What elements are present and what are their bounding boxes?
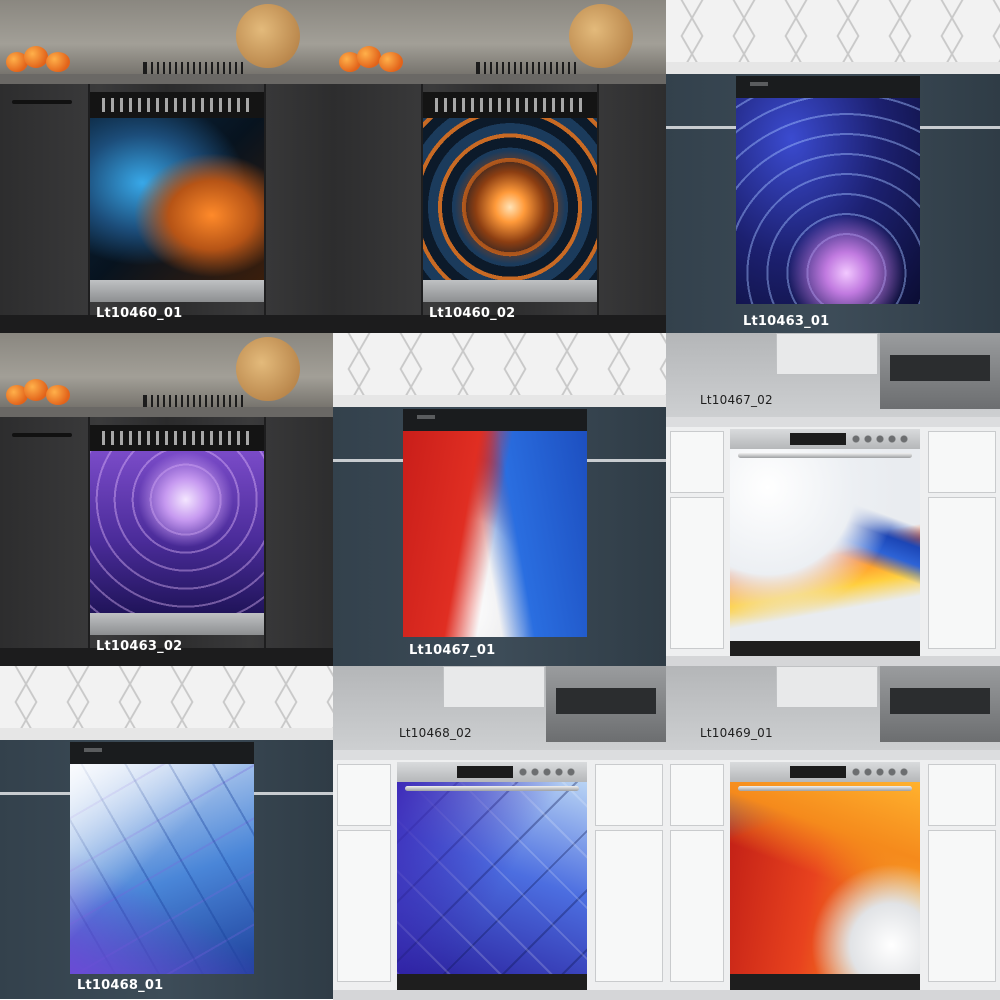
product-tile-lt10469-01[interactable]: Lt10469_01 <box>666 666 1000 1000</box>
wall-oven <box>880 666 1000 742</box>
countertop <box>0 728 333 740</box>
dishwasher-artwork <box>403 431 587 637</box>
kick-plate <box>423 280 597 302</box>
floor <box>666 656 1000 666</box>
product-tile-lt10463-01[interactable]: Lt10463_01 <box>666 0 1000 333</box>
product-code-label: Lt10460_01 <box>96 306 183 321</box>
countertop <box>666 417 1000 427</box>
product-tile-lt10467-02[interactable]: Lt10467_02 <box>666 333 1000 666</box>
product-code-label: Lt10463_02 <box>96 639 183 654</box>
control-knobs <box>850 767 910 777</box>
control-knobs <box>850 434 910 444</box>
countertop <box>666 62 1000 74</box>
product-code-label: Lt10467_02 <box>700 393 773 407</box>
wall-oven <box>880 333 1000 409</box>
fruit-bowl <box>6 46 78 74</box>
dishwasher-artwork <box>423 118 597 280</box>
upper-cabinet <box>776 666 878 708</box>
countertop <box>333 395 666 407</box>
fruit-bowl <box>6 379 78 407</box>
dishwasher <box>423 92 597 302</box>
countertop <box>0 74 333 84</box>
product-grid: Lt10460_01 Lt10460_02 Lt10463_01 Lt10463… <box>0 0 1000 1000</box>
cutting-board <box>569 4 633 68</box>
control-panel <box>730 429 920 449</box>
cabinet-handle <box>12 100 72 104</box>
product-code-label: Lt10460_02 <box>429 306 516 321</box>
product-tile-lt10468-01[interactable]: Lt10468_01 <box>0 666 333 1000</box>
dishwasher <box>90 92 264 302</box>
dishwasher <box>730 429 920 665</box>
product-tile-lt10460-02[interactable]: Lt10460_02 <box>333 0 666 333</box>
control-panel <box>90 425 264 451</box>
dishwasher-artwork <box>397 782 587 974</box>
control-panel <box>70 742 254 764</box>
dishwasher <box>90 425 264 635</box>
floor <box>333 990 666 1000</box>
upper-cabinet <box>443 666 545 708</box>
dishwasher-artwork <box>90 118 264 280</box>
kitchen-wall <box>333 333 666 403</box>
cutting-board <box>236 4 300 68</box>
control-panel <box>403 409 587 431</box>
kick-plate <box>90 280 264 302</box>
cabinet-handle <box>12 433 72 437</box>
countertop <box>0 407 333 417</box>
control-panel <box>736 76 920 98</box>
dishwasher <box>730 762 920 998</box>
product-tile-lt10460-01[interactable]: Lt10460_01 <box>0 0 333 333</box>
door-handle <box>738 453 912 458</box>
product-code-label: Lt10469_01 <box>700 726 773 740</box>
upper-cabinet <box>776 333 878 375</box>
product-code-label: Lt10467_01 <box>409 643 496 658</box>
floor <box>666 990 1000 1000</box>
dishwasher <box>403 409 587 637</box>
dishwasher <box>736 76 920 304</box>
dishwasher-artwork <box>736 98 920 304</box>
control-panel <box>423 92 597 118</box>
product-tile-lt10468-02[interactable]: Lt10468_02 <box>333 666 666 1000</box>
product-tile-lt10463-02[interactable]: Lt10463_02 <box>0 333 333 666</box>
wall-oven <box>546 666 666 742</box>
kitchen-wall <box>666 0 1000 70</box>
countertop <box>333 74 666 84</box>
dishwasher <box>70 742 254 974</box>
countertop <box>333 750 666 760</box>
countertop <box>666 750 1000 760</box>
dishwasher-artwork <box>730 449 920 641</box>
fruit-bowl <box>339 46 411 74</box>
product-tile-lt10467-01[interactable]: Lt10467_01 <box>333 333 666 666</box>
control-panel <box>90 92 264 118</box>
door-handle <box>405 786 579 791</box>
control-panel <box>397 762 587 782</box>
product-code-label: Lt10468_01 <box>77 978 164 993</box>
kick-plate <box>90 613 264 635</box>
door-handle <box>738 786 912 791</box>
dishwasher-artwork <box>70 764 254 974</box>
kitchen-wall <box>0 666 333 736</box>
display-screen <box>457 766 513 778</box>
product-code-label: Lt10463_01 <box>743 314 830 329</box>
dishwasher <box>397 762 587 998</box>
display-screen <box>790 766 846 778</box>
dishwasher-artwork <box>90 451 264 613</box>
cutting-board <box>236 337 300 401</box>
product-code-label: Lt10468_02 <box>399 726 472 740</box>
display-screen <box>790 433 846 445</box>
dishwasher-artwork <box>730 782 920 974</box>
control-knobs <box>517 767 577 777</box>
control-panel <box>730 762 920 782</box>
